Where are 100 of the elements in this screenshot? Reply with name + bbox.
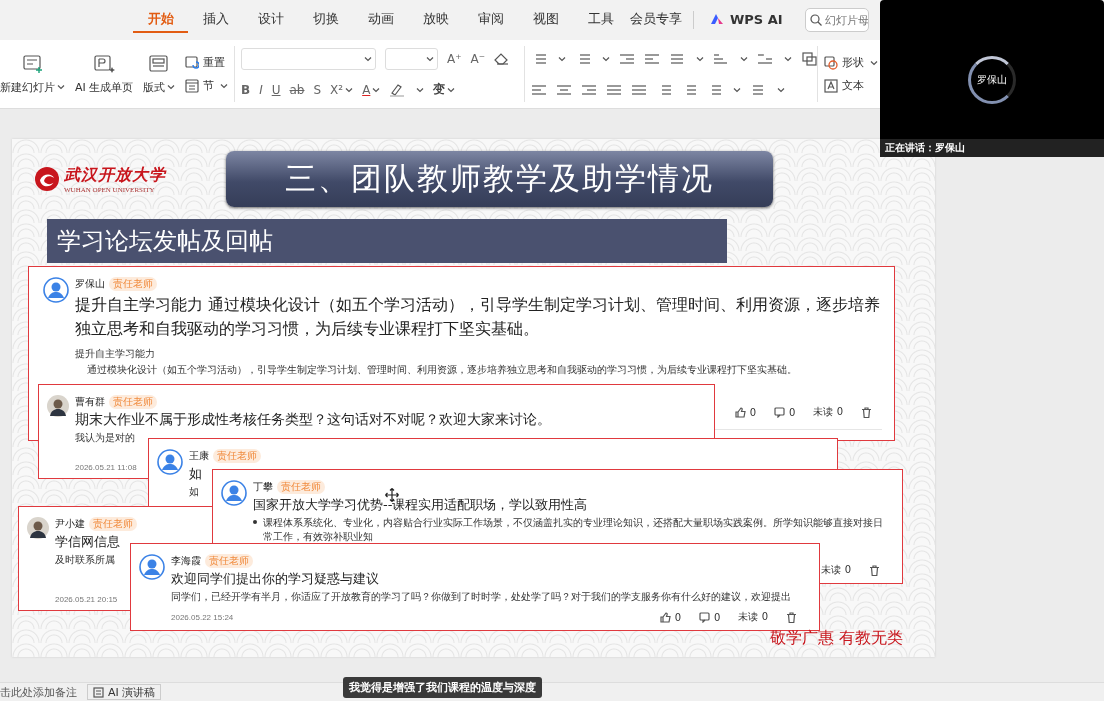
caret-icon <box>426 55 434 62</box>
caret-icon <box>602 55 610 62</box>
comment-button[interactable]: 0 <box>774 406 796 418</box>
ribbon-tab[interactable]: 插入 <box>188 7 243 33</box>
textbox-button[interactable]: 文本 <box>824 78 878 93</box>
align-right-icon[interactable] <box>581 82 597 97</box>
textbox-icon <box>824 78 838 93</box>
ribbon-tab[interactable]: 动画 <box>353 7 408 33</box>
post-date: 2026.05.22 15:24 <box>171 612 234 622</box>
underline-button[interactable]: U <box>271 82 281 97</box>
thumbs-up-icon <box>659 611 671 623</box>
strikethrough-button[interactable]: ab <box>289 82 305 97</box>
search-field[interactable]: 幻灯片母 <box>804 8 869 32</box>
caret-icon <box>345 86 354 93</box>
post-subtitle: 提升自主学习能力 <box>75 347 155 361</box>
caret-icon <box>57 84 65 90</box>
caret-icon <box>372 86 381 93</box>
align-left-icon[interactable] <box>531 82 547 97</box>
post-date: 2026.05.21 20:15 <box>55 595 118 604</box>
unread-count: 未读 0 <box>813 405 843 419</box>
shadow-button[interactable]: S <box>313 82 322 97</box>
font-size-field[interactable] <box>385 47 438 70</box>
new-slide-button[interactable]: 新建幻灯片 <box>0 53 65 95</box>
ai-logo-icon <box>710 13 724 25</box>
slide-plus-icon <box>21 53 44 74</box>
role-badge: 责任老师 <box>89 517 137 531</box>
like-button[interactable]: 0 <box>734 406 757 418</box>
post-body: 及时联系所属 <box>55 553 115 567</box>
font-size-button[interactable]: A⁻ <box>470 51 486 66</box>
post-title: 欢迎同学们提出你的学习疑惑与建议 <box>171 570 379 588</box>
highlight-icon[interactable] <box>389 82 406 97</box>
post-title: 期末大作业不属于形成性考核任务类型？这句话对不对呢？欢迎大家来讨论。 <box>75 411 551 429</box>
post-title: 如 <box>189 465 202 483</box>
trash-icon[interactable] <box>786 611 797 623</box>
speaking-label: 正在讲话：罗保山 <box>880 139 1104 157</box>
section-heading: 学习论坛发帖及回帖 <box>47 219 727 263</box>
bullet-icon <box>253 520 257 524</box>
ribbon-tab[interactable]: 会员专享 <box>628 7 683 33</box>
layout-icon <box>148 53 171 74</box>
font-color-button[interactable]: A <box>362 82 381 97</box>
ribbon-tab[interactable]: 审阅 <box>463 7 518 33</box>
slogan: 敬学广惠 有教无类 <box>769 628 903 649</box>
ai-page-button[interactable]: AI 生成单页 <box>75 53 134 95</box>
bold-button[interactable]: B <box>241 82 251 97</box>
author-name: 丁攀 <box>253 480 273 494</box>
comment-icon <box>774 406 786 418</box>
caret-icon <box>740 55 748 62</box>
emblem-icon <box>34 166 60 192</box>
notes-placeholder[interactable]: 击此处添加备注 <box>0 684 77 700</box>
italic-button[interactable]: I <box>259 82 263 97</box>
caret-icon <box>777 86 785 93</box>
university-name: 武汉开放大学 <box>64 164 166 186</box>
ribbon-tab[interactable]: 设计 <box>243 7 298 33</box>
eraser-icon[interactable] <box>494 51 511 66</box>
ai-script-button[interactable]: AI 演讲稿 <box>87 684 162 700</box>
superscript-button[interactable]: X² <box>330 82 354 97</box>
author-name: 李海霞 <box>171 554 201 568</box>
post-date: 2026.05.21 11:08 <box>75 463 137 472</box>
caret-icon <box>447 86 456 93</box>
post-body: 同学们，已经开学有半月，你适应了开放教育的学习了吗？你做到了时时学，处处学了吗？对于我们的学支服务你有什么好的建议，欢迎提出 <box>171 590 791 604</box>
caret-icon <box>733 86 741 93</box>
like-button[interactable]: 0 <box>659 611 682 623</box>
avatar-icon <box>157 449 183 475</box>
reset-button[interactable]: 重置 <box>185 55 229 70</box>
caret-icon <box>167 84 176 90</box>
align-center-icon[interactable] <box>556 82 572 97</box>
trash-icon[interactable] <box>869 564 880 576</box>
post-title: 学信网信息 <box>55 533 120 551</box>
script-icon <box>93 686 104 698</box>
caret-icon <box>696 55 704 62</box>
role-badge: 责任老师 <box>213 449 261 463</box>
layout-button[interactable]: 版式 <box>143 53 176 95</box>
participant-name: 罗保山 <box>977 73 1007 87</box>
author-name: 尹小建 <box>55 517 85 531</box>
font-size-button[interactable]: A⁺ <box>447 51 462 66</box>
caret-icon <box>220 82 229 89</box>
trash-icon[interactable] <box>861 406 872 418</box>
comment-button[interactable]: 0 <box>699 611 721 623</box>
ribbon-tab[interactable]: 视图 <box>518 7 573 33</box>
wps-ai-tab[interactable]: WPS AI <box>704 7 789 33</box>
copy-format-icon[interactable] <box>801 51 817 66</box>
post-title: 提升自主学习能力 通过模块化设计（如五个学习活动），引导学生制定学习计划、管理时间、利用资源，逐步培养独立思考和自我驱动的学习习惯，为后续专业课程打下坚实基础。 <box>75 294 882 340</box>
ribbon-tab[interactable]: 切换 <box>298 7 353 33</box>
subtitle-caption: 我觉得是增强了我们课程的温度与深度 <box>343 677 542 698</box>
role-badge: 责任老师 <box>109 277 157 291</box>
text-effect-button[interactable]: 变 <box>433 81 456 98</box>
search-icon <box>809 14 822 26</box>
shape-button[interactable]: 形状 <box>824 55 878 70</box>
reset-icon <box>185 55 200 70</box>
section-button[interactable]: 节 <box>185 78 229 93</box>
slide-title: 三、团队教师教学及助学情况 <box>226 151 773 207</box>
justify-icon[interactable] <box>606 82 622 97</box>
avatar-icon <box>221 480 247 506</box>
post-body: 课程体系系统化、专业化，内容贴合行业实际工作场景，不仅涵盖扎实的专业理论知识，还搭配大量职场实践案例。所学知识能够直接对接日常工作，有效弥补职业知 <box>263 516 884 544</box>
ribbon-tab[interactable]: 放映 <box>408 7 463 33</box>
font-name-field[interactable] <box>241 47 376 70</box>
role-badge: 责任老师 <box>277 480 325 494</box>
caret-icon <box>364 55 372 62</box>
ribbon-tab[interactable]: 工具 <box>573 7 628 33</box>
caret-icon <box>784 55 792 62</box>
